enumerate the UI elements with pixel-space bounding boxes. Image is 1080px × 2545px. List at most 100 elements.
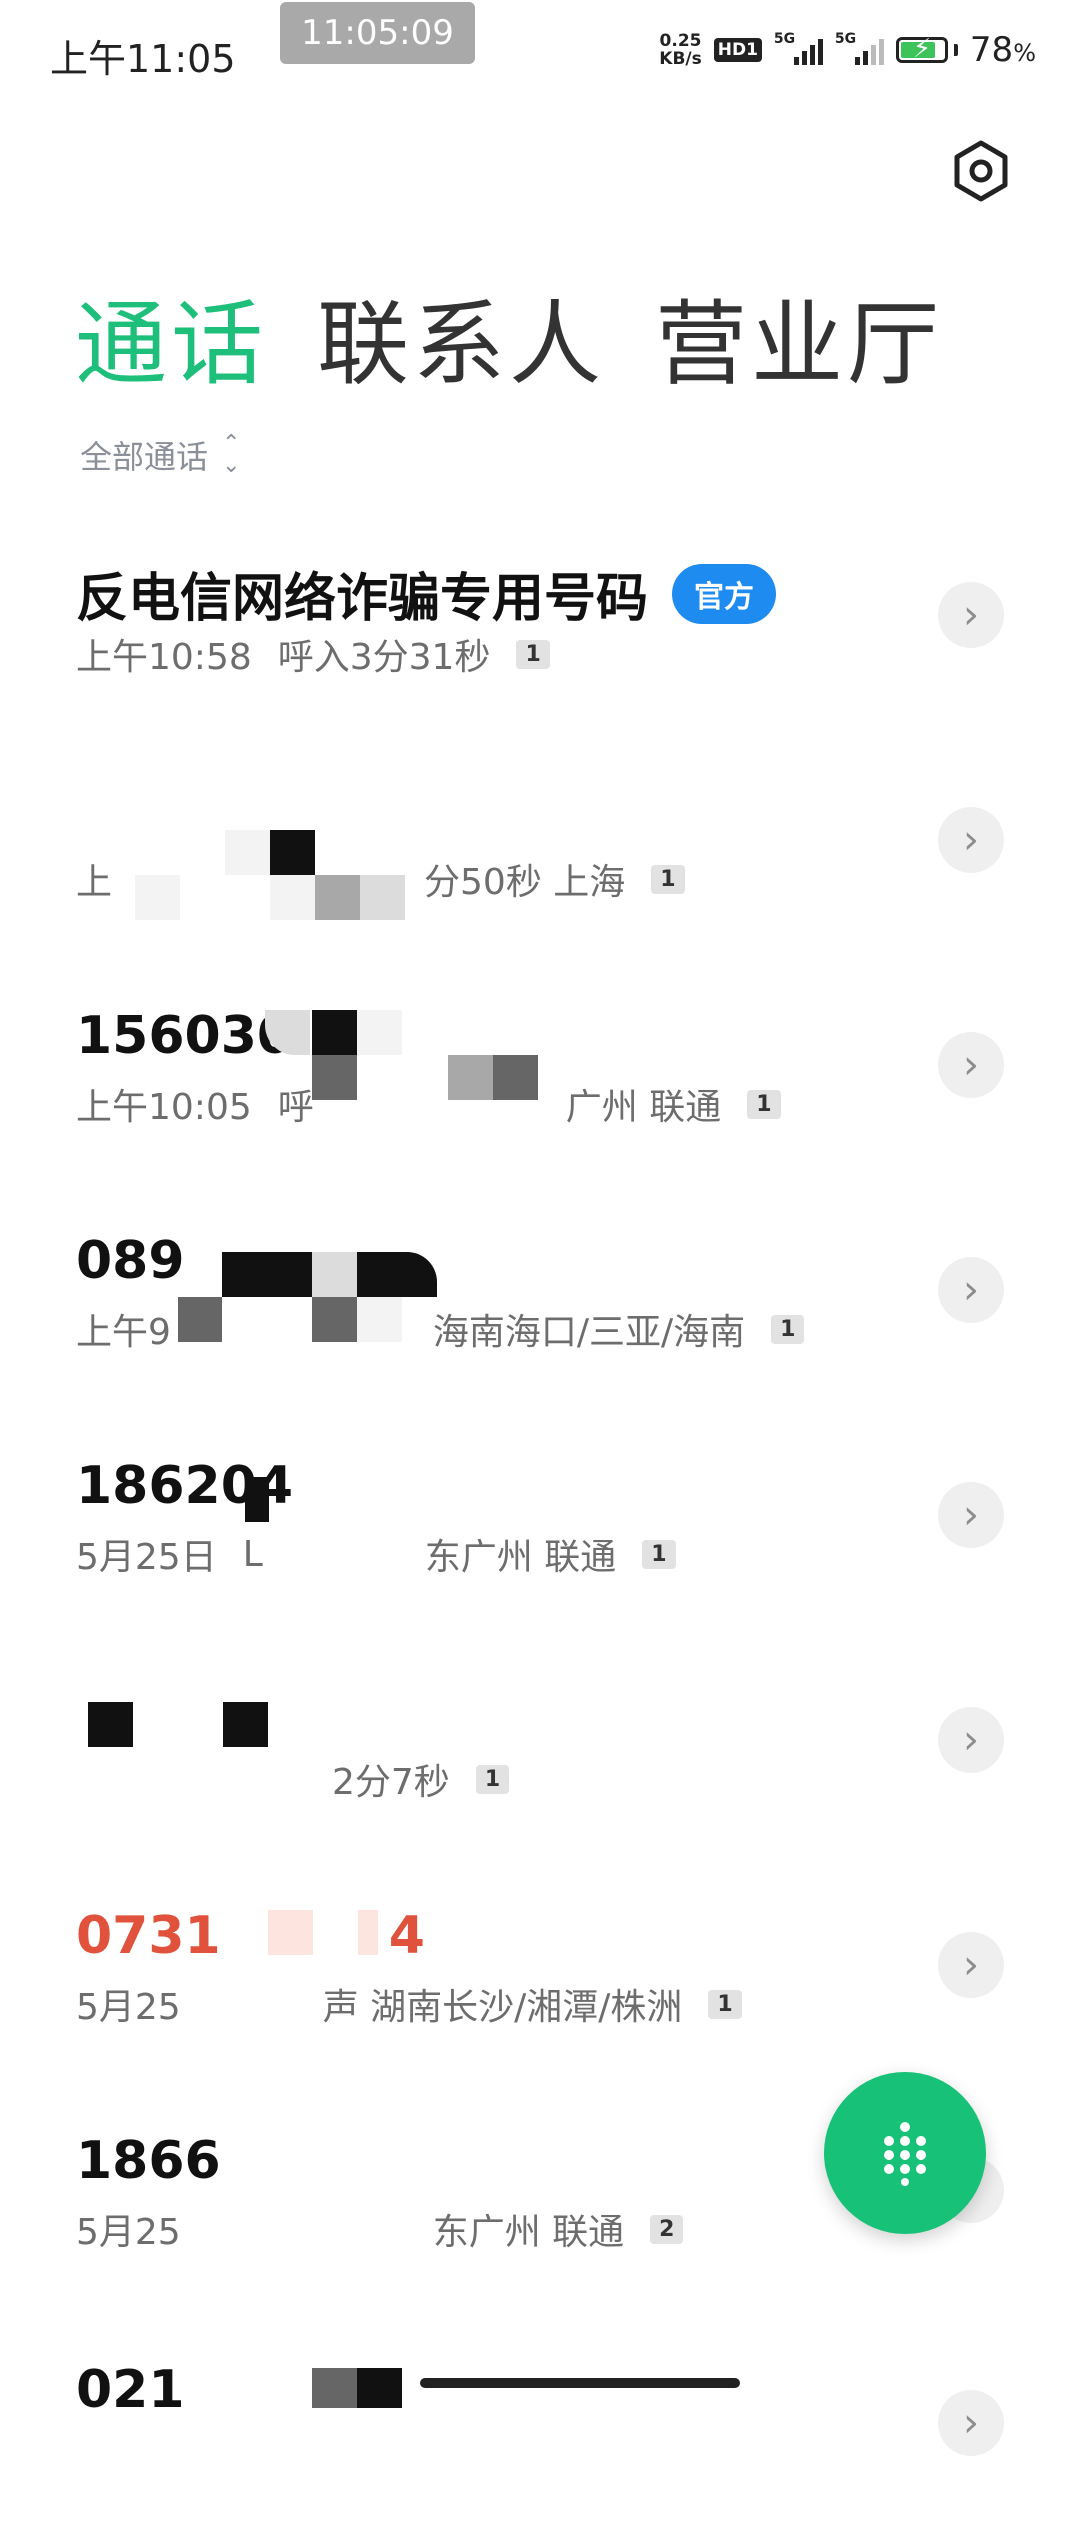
clock-overlay: 11:05:09 bbox=[280, 2, 475, 64]
status-bar: 上午11:05 11:05:09 0.25 KB/s HD1 5G 5G ⚡ 7… bbox=[0, 0, 1080, 100]
redaction-block bbox=[312, 1252, 357, 1297]
sort-chevron-icon: ⌃ ⌄ bbox=[222, 431, 241, 478]
call-location: 广州 联通 bbox=[565, 1087, 722, 1128]
signal-label: 5G bbox=[773, 31, 796, 47]
chevron-right-icon[interactable]: › bbox=[938, 1932, 1004, 1998]
call-name-group: 反电信网络诈骗专用号码 官方 bbox=[76, 556, 777, 631]
call-count-badge: 1 bbox=[642, 1539, 676, 1569]
redaction-block bbox=[315, 875, 360, 920]
caller-number: 089 bbox=[76, 1231, 185, 1291]
call-detail: 呼 bbox=[277, 1087, 314, 1128]
call-name-group: 1866 bbox=[76, 2131, 221, 2191]
call-detail: 海南海口/三亚/海南 bbox=[432, 1312, 746, 1353]
gear-icon[interactable] bbox=[950, 140, 1012, 202]
call-time: 5月25日 bbox=[76, 1537, 217, 1578]
call-time: 5月25 bbox=[76, 2212, 181, 2253]
redaction-block bbox=[448, 1055, 493, 1100]
status-icons: 0.25 KB/s HD1 5G 5G ⚡ 78% bbox=[659, 30, 1036, 70]
tab-bar: 通话 联系人 营业厅 bbox=[75, 270, 943, 403]
hd-badge: HD1 bbox=[713, 38, 762, 62]
call-name-group: 156030 bbox=[76, 1006, 293, 1066]
tab-service-hall[interactable]: 营业厅 bbox=[655, 270, 943, 403]
call-filter-dropdown[interactable]: 全部通话 ⌃ ⌄ bbox=[80, 432, 240, 478]
redaction-block bbox=[357, 1297, 402, 1342]
call-count-badge: 1 bbox=[475, 1764, 510, 1794]
redaction-block bbox=[178, 1297, 222, 1342]
call-meta: 5月25 东广州 联通 2 bbox=[76, 2203, 684, 2255]
call-count-badge: 1 bbox=[708, 1989, 742, 2019]
redaction-block bbox=[493, 1055, 538, 1100]
signal-label: 5G bbox=[834, 31, 857, 47]
chevron-right-icon[interactable]: › bbox=[938, 807, 1004, 873]
chevron-right-icon[interactable]: › bbox=[938, 582, 1004, 648]
chevron-right-icon[interactable]: › bbox=[938, 1257, 1004, 1323]
redaction-block bbox=[357, 2368, 402, 2408]
redaction-block bbox=[357, 1010, 402, 1055]
call-count-badge: 1 bbox=[747, 1089, 781, 1119]
redaction-block bbox=[360, 875, 405, 920]
call-row[interactable]: 089 上午9 海南海口/三亚/海南 1 › bbox=[0, 1195, 1080, 1420]
dialpad-button[interactable] bbox=[824, 2072, 986, 2234]
redaction-block bbox=[268, 1910, 313, 1955]
redaction-block bbox=[225, 830, 270, 875]
redaction-block bbox=[357, 1252, 437, 1297]
call-count-badge: 1 bbox=[771, 1314, 805, 1344]
call-meta: 2分7秒 1 bbox=[76, 1753, 510, 1805]
redaction-block bbox=[88, 1702, 133, 1747]
call-name-group: 089 bbox=[76, 1231, 185, 1291]
call-row[interactable]: 2分7秒 1 › bbox=[0, 1645, 1080, 1870]
call-detail: 声 湖南长沙/湘潭/株洲 bbox=[322, 1987, 683, 2028]
chevron-right-icon[interactable]: › bbox=[938, 1032, 1004, 1098]
redaction-block bbox=[312, 1055, 357, 1100]
caller-number: 021 bbox=[76, 2360, 185, 2420]
call-time: 5月25 bbox=[76, 1987, 181, 2028]
redaction-block bbox=[358, 1910, 378, 1955]
call-detail: 分50秒 上海 bbox=[424, 862, 626, 903]
call-meta: 上午10:05 呼 广州 联通 1 bbox=[76, 1078, 781, 1130]
caller-number: 1866 bbox=[76, 2131, 221, 2191]
signal-icon: 5G bbox=[835, 31, 884, 65]
network-speed-unit: KB/s bbox=[659, 49, 702, 69]
call-detail: L bbox=[242, 1533, 263, 1575]
call-row[interactable]: 反电信网络诈骗专用号码 官方 上午10:58 呼入3分31秒 1 › bbox=[0, 520, 1080, 745]
battery-percent: 78% bbox=[969, 30, 1036, 70]
network-speed: 0.25 KB/s bbox=[659, 32, 701, 68]
signal-icon: 5G bbox=[774, 31, 823, 65]
call-count-badge: 2 bbox=[650, 2214, 684, 2244]
call-count-badge: 1 bbox=[516, 639, 550, 669]
call-detail: 2分7秒 bbox=[332, 1762, 450, 1803]
call-location: 东广州 联通 bbox=[424, 1537, 617, 1578]
redaction-block bbox=[312, 2368, 357, 2408]
official-badge: 官方 bbox=[672, 563, 777, 624]
call-count-badge: 1 bbox=[651, 864, 685, 894]
redaction-block bbox=[270, 875, 315, 920]
caller-number-suffix: 4 bbox=[388, 1906, 425, 1966]
home-indicator[interactable] bbox=[420, 2378, 740, 2388]
call-row[interactable]: 156030 上午10:05 呼 广州 联通 1 › bbox=[0, 970, 1080, 1195]
call-meta: 5月25 声 湖南长沙/湘潭/株洲 1 bbox=[76, 1978, 742, 2030]
tab-calls[interactable]: 通话 bbox=[75, 270, 267, 403]
call-row[interactable]: 186204 5月25日 L 东广州 联通 1 › bbox=[0, 1420, 1080, 1645]
caller-number: 0731 bbox=[76, 1906, 221, 1966]
call-meta: 上午10:58 呼入3分31秒 1 bbox=[76, 628, 550, 680]
chevron-right-icon[interactable]: › bbox=[938, 1482, 1004, 1548]
redaction-block bbox=[135, 875, 180, 920]
call-time: 上午10:05 bbox=[76, 1087, 252, 1128]
dialpad-icon bbox=[884, 2122, 926, 2186]
call-row[interactable]: 021 › bbox=[0, 2320, 1080, 2545]
call-row[interactable]: 0731 4 5月25 声 湖南长沙/湘潭/株洲 1 › bbox=[0, 1870, 1080, 2095]
call-time: 上午10:58 bbox=[76, 637, 252, 678]
tab-contacts[interactable]: 联系人 bbox=[317, 270, 605, 403]
caller-number: 156030 bbox=[76, 1006, 294, 1066]
call-row[interactable]: 上 分50秒 上海 1 › bbox=[0, 745, 1080, 970]
redaction-block bbox=[222, 1252, 312, 1297]
redaction-block bbox=[312, 1297, 357, 1342]
redaction-block bbox=[245, 1477, 269, 1522]
chevron-right-icon[interactable]: › bbox=[938, 1707, 1004, 1773]
redaction-block bbox=[223, 1702, 268, 1747]
call-time: 上 bbox=[76, 862, 113, 903]
battery-icon: ⚡ bbox=[895, 34, 958, 64]
redaction-block bbox=[270, 830, 315, 875]
call-time: 上午9 bbox=[76, 1312, 171, 1353]
call-filter-label: 全部通话 bbox=[80, 438, 209, 476]
